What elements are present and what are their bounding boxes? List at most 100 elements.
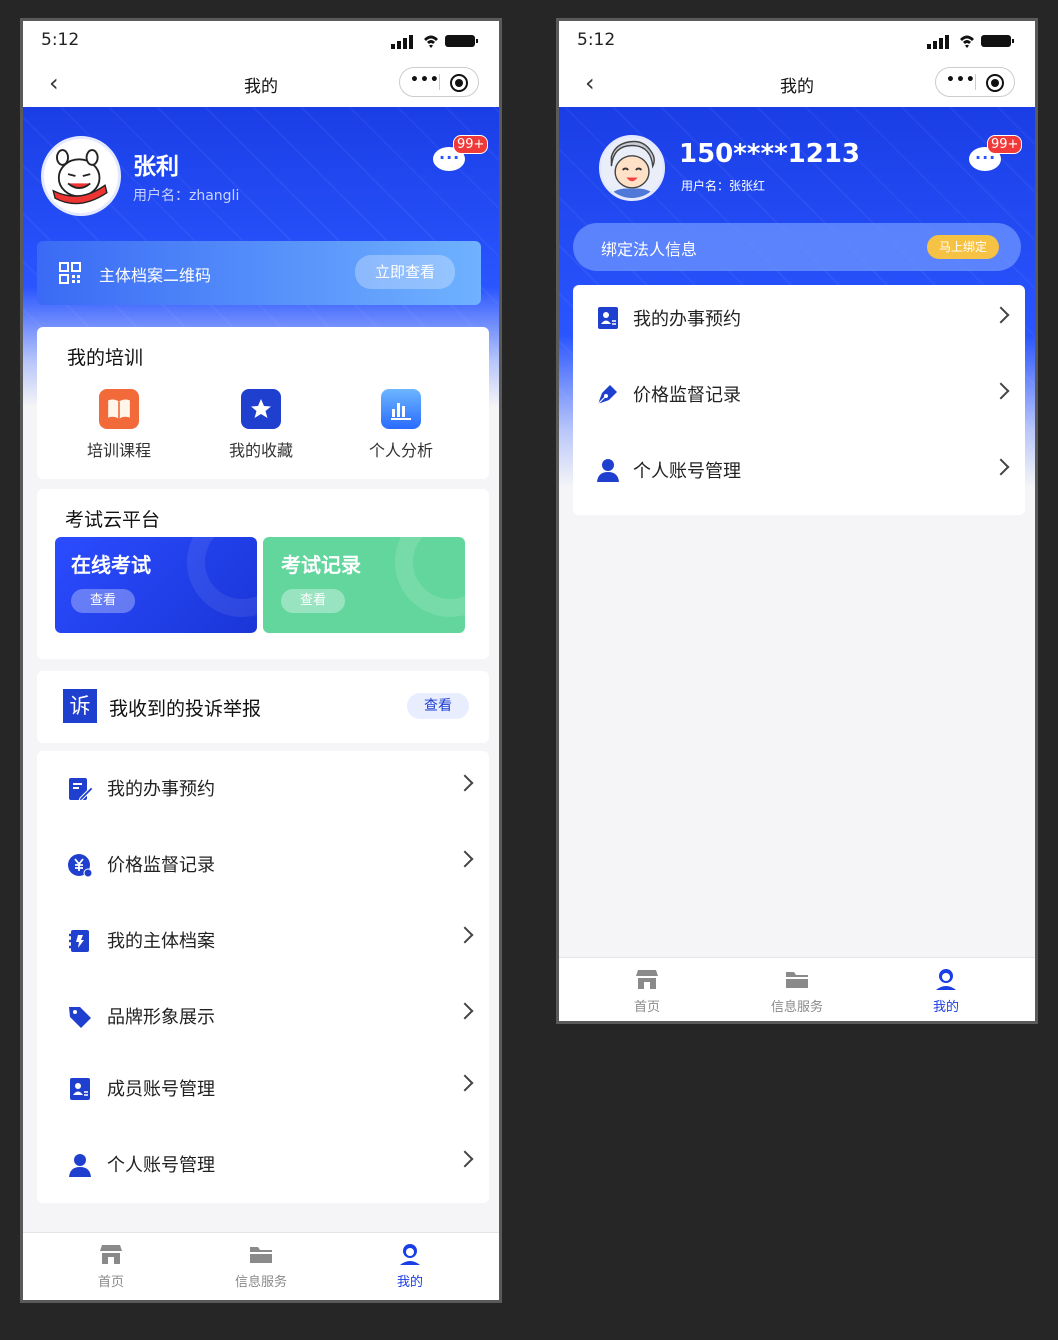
tab-mine[interactable]: 我的 <box>350 1233 470 1300</box>
user-icon <box>400 1244 420 1265</box>
tab-home[interactable]: 首页 <box>51 1233 171 1300</box>
nav-bar: ‹ 我的 ••• <box>23 61 499 107</box>
complaint-card[interactable]: 诉 我收到的投诉举报 查看 <box>37 671 489 743</box>
price-yen-icon <box>68 854 93 878</box>
exam-records-tile[interactable]: 考试记录 查看 <box>263 537 465 633</box>
menu-item-label: 我的主体档案 <box>107 931 215 952</box>
training-item-courses[interactable]: 培训课程 <box>83 389 155 461</box>
tab-label: 我的 <box>396 1275 423 1290</box>
status-bar: 5:12 <box>23 21 499 61</box>
tab-info-services[interactable]: 信息服务 <box>737 958 857 1021</box>
tab-label: 我的 <box>932 1000 959 1015</box>
signal-bar <box>945 35 949 49</box>
training-item-label: 个人分析 <box>368 441 433 460</box>
bar-chart-icon <box>381 389 421 429</box>
id-card-icon <box>70 1078 90 1100</box>
menu-item-appointments[interactable]: 我的办事预约 <box>573 285 1025 361</box>
phone-screen-b: 5:12 ‹ 我的 ••• 150****1213 用户名：张张红 ··· 99… <box>556 18 1038 1024</box>
wifi-icon <box>424 35 438 48</box>
id-card-icon <box>598 307 618 329</box>
online-exam-tile[interactable]: 在线考试 查看 <box>55 537 257 633</box>
close-circle-icon[interactable] <box>450 74 468 92</box>
tab-info-services[interactable]: 信息服务 <box>201 1233 321 1300</box>
cartoon-avatar-icon <box>602 138 662 198</box>
status-time: 5:12 <box>41 30 80 50</box>
menu-item-label: 成员账号管理 <box>107 1079 215 1100</box>
qr-banner[interactable]: 主体档案二维码 立即查看 <box>37 241 481 305</box>
tab-bar: 首页 信息服务 我的 <box>23 1232 499 1300</box>
menu-card: 我的办事预约 价格监督记录 我的主体档案 品牌形象展示 成员账号管理 个人账号管… <box>37 751 489 1203</box>
qr-banner-label: 主体档案二维码 <box>99 266 212 285</box>
decor-circle <box>187 537 257 617</box>
star-icon <box>241 389 281 429</box>
menu-item-members[interactable]: 成员账号管理 <box>37 1051 489 1127</box>
nav-bar: ‹ 我的 ••• <box>559 61 1035 107</box>
menu-item-label: 品牌形象展示 <box>107 1007 215 1028</box>
tag-icon <box>69 1007 91 1028</box>
exam-title: 考试云平台 <box>65 509 161 531</box>
avatar[interactable] <box>41 136 121 216</box>
signal-bar <box>409 35 413 49</box>
menu-item-personal-account[interactable]: 个人账号管理 <box>37 1127 489 1203</box>
menu-item-price-records[interactable]: 价格监督记录 <box>37 827 489 903</box>
system-icons <box>925 31 1015 53</box>
capsule-divider <box>975 74 976 90</box>
status-bar: 5:12 <box>559 21 1035 61</box>
online-exam-view-button[interactable]: 查看 <box>71 589 135 613</box>
menu-item-brand[interactable]: 品牌形象展示 <box>37 979 489 1055</box>
mini-program-capsule: ••• <box>399 67 479 97</box>
view-now-button[interactable]: 立即查看 <box>355 255 455 289</box>
tab-home[interactable]: 首页 <box>587 958 707 1021</box>
chevron-right-icon <box>456 1002 474 1020</box>
menu-item-label: 价格监督记录 <box>107 855 215 876</box>
edit-doc-icon <box>69 778 93 802</box>
decor-circle <box>395 537 465 617</box>
qr-code-icon <box>59 262 81 284</box>
bind-now-button[interactable]: 马上绑定 <box>927 235 999 259</box>
more-icon[interactable]: ••• <box>946 72 976 88</box>
unread-badge: 99+ <box>453 135 489 154</box>
user-username: 用户名：张张红 <box>681 179 766 193</box>
training-item-analysis[interactable]: 个人分析 <box>365 389 437 461</box>
pen-nib-icon <box>597 385 617 405</box>
user-name: 150****1213 <box>679 139 861 169</box>
tab-bar: 首页 信息服务 我的 <box>559 957 1035 1021</box>
tab-label: 信息服务 <box>770 1000 823 1015</box>
close-circle-icon[interactable] <box>986 74 1004 92</box>
training-card: 我的培训 培训课程 我的收藏 个人分析 <box>37 327 489 479</box>
menu-item-archive[interactable]: 我的主体档案 <box>37 903 489 979</box>
menu-item-price-records[interactable]: 价格监督记录 <box>573 361 1025 437</box>
menu-item-label: 个人账号管理 <box>633 461 741 482</box>
exam-card: 考试云平台 在线考试 查看 考试记录 查看 <box>37 489 489 659</box>
chevron-right-icon <box>456 1074 474 1092</box>
chevron-right-icon <box>456 774 474 792</box>
exam-records-label: 考试记录 <box>281 553 361 577</box>
menu-item-appointments[interactable]: 我的办事预约 <box>37 751 489 827</box>
tab-mine[interactable]: 我的 <box>886 958 1006 1021</box>
tab-label: 首页 <box>97 1275 124 1290</box>
bind-legal-person-banner[interactable]: 绑定法人信息 马上绑定 <box>573 223 1021 271</box>
complaint-view-button[interactable]: 查看 <box>407 693 469 719</box>
battery-icon <box>981 35 1014 47</box>
signal-icon <box>391 44 395 49</box>
tab-label: 首页 <box>633 1000 660 1015</box>
chevron-right-icon <box>992 306 1010 324</box>
training-item-label: 我的收藏 <box>228 441 293 460</box>
archive-icon <box>69 930 89 952</box>
wifi-icon <box>960 35 974 48</box>
shop-icon <box>100 1245 122 1264</box>
chevron-right-icon <box>456 850 474 868</box>
avatar[interactable] <box>599 135 665 201</box>
menu-item-personal-account[interactable]: 个人账号管理 <box>573 437 1025 513</box>
complaint-label: 我收到的投诉举报 <box>109 698 262 720</box>
signal-bar <box>933 41 937 49</box>
chevron-right-icon <box>992 382 1010 400</box>
chevron-right-icon <box>456 1150 474 1168</box>
person-icon <box>69 1154 91 1177</box>
status-time: 5:12 <box>577 30 616 50</box>
training-title: 我的培训 <box>67 347 144 369</box>
exam-records-view-button[interactable]: 查看 <box>281 589 345 613</box>
signal-bar <box>397 41 401 49</box>
training-item-favorites[interactable]: 我的收藏 <box>225 389 297 461</box>
more-icon[interactable]: ••• <box>410 72 440 88</box>
